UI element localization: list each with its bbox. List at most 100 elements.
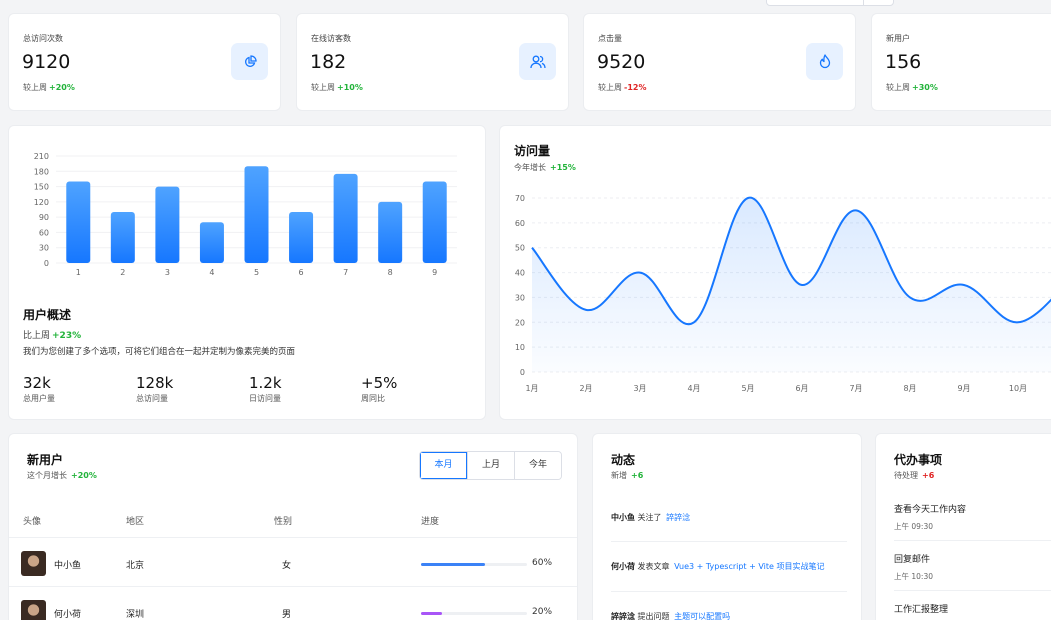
todo-subtitle: 待处理 +6 bbox=[894, 471, 935, 480]
top-dropdown[interactable] bbox=[766, 0, 894, 6]
bar[interactable] bbox=[155, 186, 180, 263]
stat-card-clicks: 点击量 9520 较上周 -12% bbox=[583, 13, 856, 111]
activity-user[interactable]: 中小鱼 bbox=[611, 513, 635, 522]
y-tick-label: 10 bbox=[515, 343, 525, 352]
activity-title: 动态 bbox=[611, 453, 636, 467]
y-tick-label: 210 bbox=[34, 152, 49, 161]
user-gender: 女 bbox=[282, 561, 292, 571]
progress-bar bbox=[421, 612, 527, 615]
x-tick-label: 6 bbox=[299, 268, 304, 277]
divider bbox=[611, 541, 847, 542]
y-tick-label: 120 bbox=[34, 198, 49, 207]
stat-label: 总访问次数 bbox=[23, 34, 63, 43]
tab-this-year[interactable]: 今年 bbox=[514, 452, 561, 479]
activity-change: +6 bbox=[631, 471, 644, 480]
x-tick-label: 9月 bbox=[957, 384, 970, 393]
todo-item[interactable]: 工作汇报整理 bbox=[894, 602, 948, 620]
todo-item-time: 上午 09:30 bbox=[894, 522, 933, 531]
stat-value: 9120 bbox=[22, 51, 71, 73]
overview-stat-total-visits: 128k 总访问量 bbox=[136, 374, 174, 403]
bar[interactable] bbox=[422, 181, 447, 263]
new-users-change: +20% bbox=[71, 471, 97, 480]
stat-compare: 较上周 +10% bbox=[311, 83, 363, 92]
progress-label: 20% bbox=[532, 607, 553, 617]
x-tick-label: 7 bbox=[343, 268, 348, 277]
column-header-progress: 进度 bbox=[421, 517, 440, 527]
stat-card-new-users: 新用户 156 较上周 +30% bbox=[871, 13, 1051, 111]
stat-compare: 较上周 -12% bbox=[598, 83, 647, 92]
activity-action: 提出问题 bbox=[637, 612, 670, 620]
overview-stat-daily-visits: 1.2k 日访问量 bbox=[249, 374, 282, 403]
y-tick-label: 60 bbox=[39, 228, 49, 237]
divider bbox=[894, 590, 1051, 591]
stat-card-online-visitors: 在线访客数 182 较上周 +10% bbox=[296, 13, 569, 111]
table-row[interactable]: 何小荷 深圳 男 20% bbox=[9, 587, 577, 620]
stat-change: +20% bbox=[49, 83, 75, 92]
bar[interactable] bbox=[289, 212, 314, 263]
todo-change: +6 bbox=[922, 471, 935, 480]
user-name: 何小荷 bbox=[54, 610, 82, 620]
stat-change: -12% bbox=[624, 83, 647, 92]
user-overview-card: 0 30 60 90 120 150 180 210 1 2 3 4 5 6 7 8 9 用户概述 比上周 +23… bbox=[8, 125, 486, 420]
activity-target-link[interactable]: Vue3 + Typescript + Vite 项目实战笔记 bbox=[674, 562, 824, 571]
stat-change: +30% bbox=[912, 83, 938, 92]
y-tick-label: 50 bbox=[515, 244, 525, 253]
x-tick-label: 2月 bbox=[579, 384, 592, 393]
y-tick-label: 40 bbox=[515, 269, 525, 278]
table-row[interactable]: 中小鱼 北京 女 60% bbox=[9, 538, 577, 586]
activity-user[interactable]: 何小荷 bbox=[611, 562, 635, 571]
y-tick-label: 150 bbox=[34, 183, 49, 192]
todo-title: 代办事项 bbox=[894, 453, 943, 467]
stat-card-total-visits: 总访问次数 9120 较上周 +20% bbox=[8, 13, 281, 111]
tab-last-month[interactable]: 上月 bbox=[467, 452, 514, 479]
stat-label: 新用户 bbox=[886, 34, 910, 43]
divider bbox=[894, 540, 1051, 541]
y-tick-label: 180 bbox=[34, 167, 49, 176]
bar[interactable] bbox=[333, 173, 358, 263]
line-chart: 0 10 20 30 40 50 60 70 1月 2月 3月 4月 5月 6月 7月 8月 9月 10月 bbox=[515, 194, 1051, 393]
overview-description: 我们为您创建了多个选项，可将它们组合在一起并定制为像素完美的页面 bbox=[23, 347, 296, 357]
activity-target-link[interactable]: 主题可以配置吗 bbox=[674, 612, 730, 620]
period-tabs: 本月 上月 今年 bbox=[419, 451, 562, 480]
y-tick-label: 90 bbox=[39, 213, 49, 222]
bar[interactable] bbox=[378, 201, 403, 263]
bar[interactable] bbox=[199, 222, 224, 263]
new-users-subtitle: 这个月增长 +20% bbox=[27, 471, 97, 480]
avatar bbox=[21, 600, 46, 620]
activity-item: 誶誶淰 提出问题 主题可以配置吗 bbox=[611, 611, 730, 620]
todo-item[interactable]: 回复邮件 上午 10:30 bbox=[894, 552, 933, 582]
overview-stat-weekly-change: +5% 周同比 bbox=[361, 374, 398, 403]
bar[interactable] bbox=[110, 212, 135, 263]
bar[interactable] bbox=[66, 181, 91, 263]
stat-change: +10% bbox=[337, 83, 363, 92]
todo-item-time: 上午 10:30 bbox=[894, 572, 933, 581]
x-tick-label: 5月 bbox=[741, 384, 754, 393]
avatar bbox=[21, 551, 46, 576]
x-tick-label: 8月 bbox=[903, 384, 916, 393]
progress-fill bbox=[421, 612, 443, 615]
y-tick-label: 30 bbox=[515, 293, 525, 302]
y-tick-label: 0 bbox=[44, 259, 49, 268]
todo-item[interactable]: 查看今天工作内容 上午 09:30 bbox=[894, 502, 966, 532]
activity-item: 何小荷 发表文章 Vue3 + Typescript + Vite 项目实战笔记 bbox=[611, 561, 824, 572]
tab-this-month[interactable]: 本月 bbox=[420, 452, 467, 479]
progress-fill bbox=[421, 563, 485, 566]
stat-compare: 较上周 +20% bbox=[23, 83, 75, 92]
x-tick-label: 9 bbox=[432, 268, 437, 277]
x-tick-label: 4月 bbox=[687, 384, 700, 393]
activity-action: 发表文章 bbox=[637, 562, 670, 571]
overview-change: +23% bbox=[52, 331, 82, 341]
todo-item-title: 查看今天工作内容 bbox=[894, 505, 967, 515]
column-header-gender: 性别 bbox=[274, 517, 293, 527]
activity-target-link[interactable]: 誶誶淰 bbox=[666, 513, 690, 522]
users-icon bbox=[519, 43, 556, 80]
y-tick-label: 0 bbox=[520, 368, 525, 377]
todo-card: 代办事项 待处理 +6 查看今天工作内容 上午 09:30 回复邮件 上午 10:… bbox=[875, 433, 1051, 620]
pie-chart-icon bbox=[231, 43, 268, 80]
activity-item: 中小鱼 关注了 誶誶淰 bbox=[611, 512, 690, 523]
x-tick-label: 7月 bbox=[849, 384, 862, 393]
x-tick-label: 3月 bbox=[633, 384, 646, 393]
user-region: 深圳 bbox=[126, 610, 145, 620]
activity-user[interactable]: 誶誶淰 bbox=[611, 612, 635, 620]
bar[interactable] bbox=[244, 166, 269, 263]
